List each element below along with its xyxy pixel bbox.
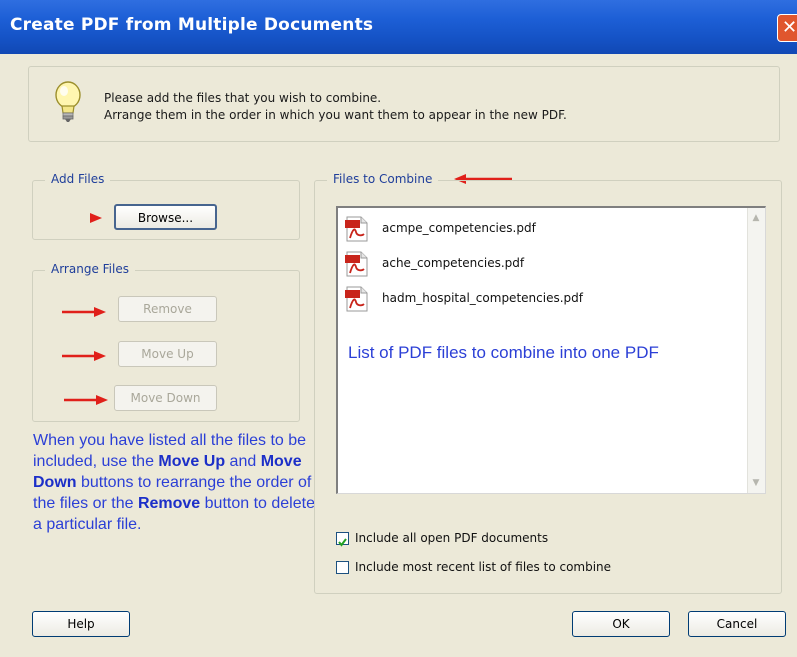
red-arrow-icon: [64, 395, 108, 405]
file-name: acmpe_competencies.pdf: [382, 221, 536, 235]
scrollbar[interactable]: ▲ ▼: [747, 208, 765, 493]
move-down-button[interactable]: Move Down: [114, 385, 217, 411]
red-arrow-icon: [62, 307, 106, 317]
cancel-button[interactable]: Cancel: [688, 611, 786, 637]
scroll-up-icon[interactable]: ▲: [750, 212, 762, 224]
info-text-line-1: Please add the files that you wish to co…: [104, 91, 382, 105]
checkmark-icon: [338, 538, 347, 547]
pdf-file-icon: [345, 251, 368, 277]
move-up-button[interactable]: Move Up: [118, 341, 217, 367]
annotation-move-up: Move Up: [158, 453, 226, 470]
close-icon: ✕: [782, 17, 797, 38]
remove-button[interactable]: Remove: [118, 296, 217, 322]
dialog-content: Please add the files that you wish to co…: [6, 54, 791, 657]
info-panel: Please add the files that you wish to co…: [28, 66, 780, 142]
instruction-annotation: When you have listed all the files to be…: [33, 430, 323, 535]
list-annotation: List of PDF files to combine into one PD…: [348, 343, 659, 362]
annotation-and: and: [225, 453, 261, 470]
add-files-label: Add Files: [45, 172, 111, 186]
arrange-files-label: Arrange Files: [45, 262, 135, 276]
info-text-line-2: Arrange them in the order in which you w…: [104, 108, 567, 122]
red-arrow-icon: [58, 213, 102, 223]
file-name: ache_competencies.pdf: [382, 256, 525, 270]
dialog-window: Create PDF from Multiple Documents ✕ Ple…: [0, 0, 797, 657]
red-arrow-icon: [62, 351, 106, 361]
include-recent-label[interactable]: Include most recent list of files to com…: [355, 560, 611, 574]
include-recent-checkbox[interactable]: [336, 561, 349, 574]
file-name: hadm_hospital_competencies.pdf: [382, 291, 583, 305]
pdf-file-icon: [345, 286, 368, 312]
close-button[interactable]: ✕: [777, 14, 797, 42]
lightbulb-icon: [55, 81, 81, 122]
annotation-remove: Remove: [137, 495, 201, 512]
scroll-down-icon[interactable]: ▼: [750, 477, 762, 489]
help-button[interactable]: Help: [32, 611, 130, 637]
include-open-label[interactable]: Include all open PDF documents: [355, 531, 548, 545]
title-bar[interactable]: Create PDF from Multiple Documents ✕: [0, 0, 797, 54]
pdf-file-icon: [345, 216, 368, 242]
browse-button[interactable]: Browse...: [114, 204, 217, 230]
file-list[interactable]: acmpe_competencies.pdf ache_competencies…: [336, 206, 766, 494]
window-title: Create PDF from Multiple Documents: [10, 15, 374, 35]
files-to-combine-label: Files to Combine: [327, 172, 439, 186]
ok-button[interactable]: OK: [572, 611, 670, 637]
include-open-checkbox[interactable]: [336, 532, 349, 547]
